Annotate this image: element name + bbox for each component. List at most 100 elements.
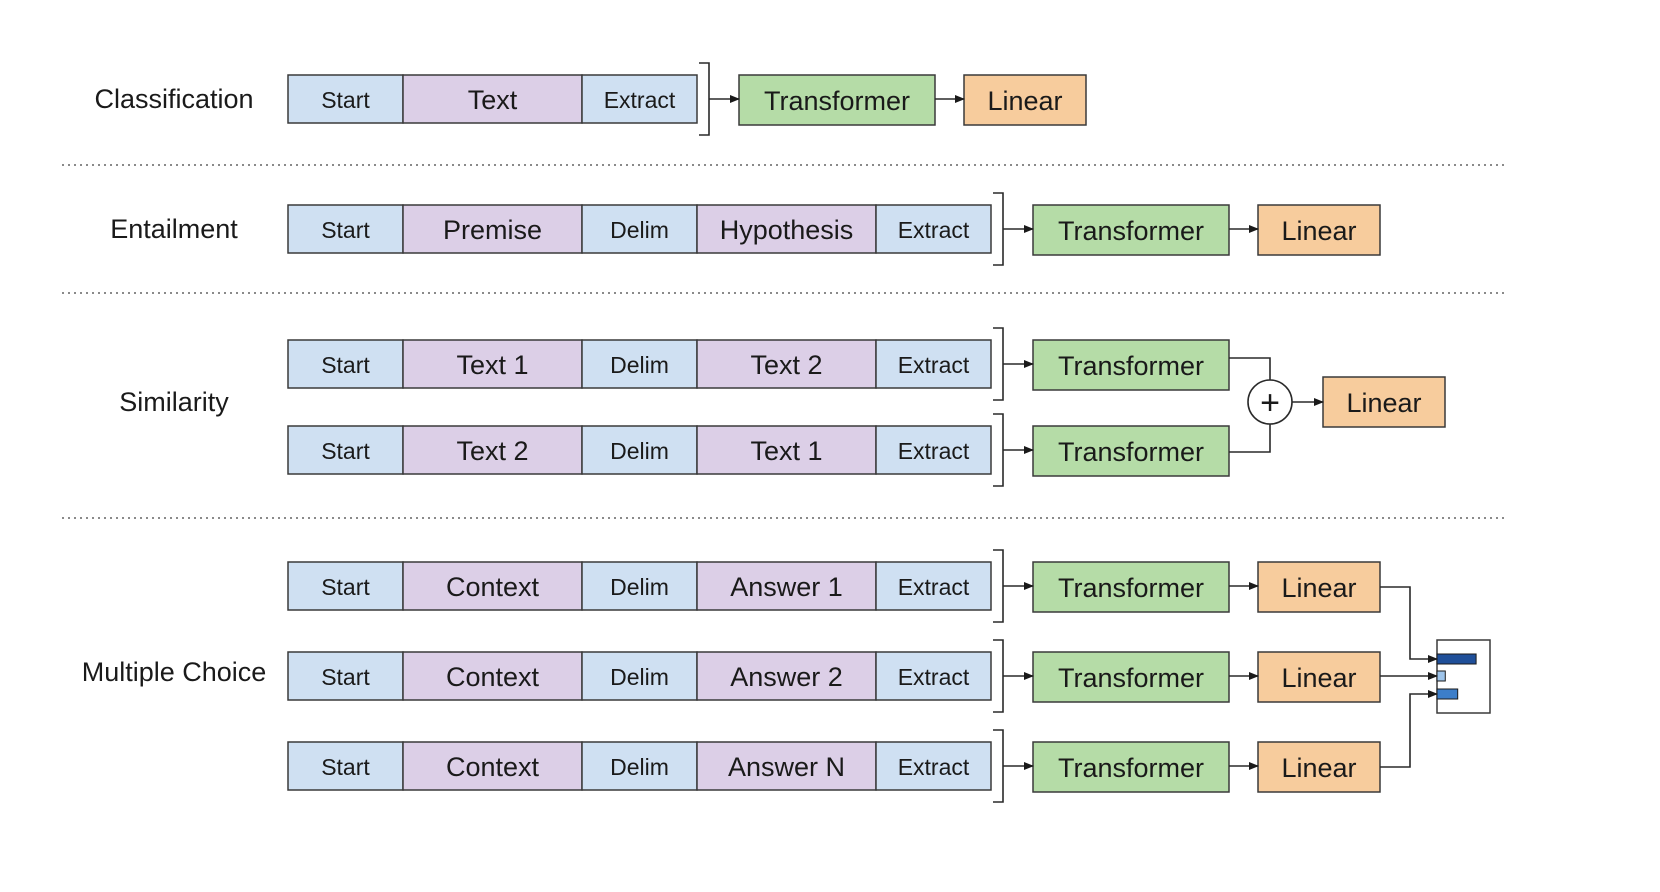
- token-start: Start: [287, 561, 404, 611]
- token-answer-2-label: Answer 2: [730, 662, 843, 692]
- token-answer-n-label: Answer N: [728, 752, 845, 782]
- token-text-2: Text 2: [402, 425, 583, 475]
- sum-node: +: [1247, 379, 1293, 425]
- linear-block: Linear: [1257, 651, 1381, 703]
- bracket: [993, 729, 1004, 803]
- token-context: Context: [402, 741, 583, 791]
- linear-block-label: Linear: [987, 86, 1062, 116]
- transformer-block: Transformer: [1032, 741, 1230, 793]
- token-hypothesis: Hypothesis: [696, 204, 877, 254]
- token-delim: Delim: [581, 561, 698, 611]
- token-text-1-label: Text 1: [456, 350, 528, 380]
- linear-block-label: Linear: [1281, 663, 1356, 693]
- token-extract-label: Extract: [898, 217, 970, 243]
- token-delim: Delim: [581, 741, 698, 791]
- token-context-label: Context: [446, 572, 540, 602]
- token-start: Start: [287, 74, 404, 124]
- input-sequence: Start Context Delim Answer N Extract: [287, 741, 992, 791]
- token-context: Context: [402, 651, 583, 701]
- token-start: Start: [287, 651, 404, 701]
- token-extract-label: Extract: [604, 87, 676, 113]
- token-text-label: Text: [468, 85, 518, 115]
- token-answer-n: Answer N: [696, 741, 877, 791]
- transformer-block: Transformer: [1032, 561, 1230, 613]
- token-extract: Extract: [875, 339, 992, 389]
- token-delim: Delim: [581, 651, 698, 701]
- input-sequence: Start Context Delim Answer 2 Extract: [287, 651, 992, 701]
- token-start: Start: [287, 339, 404, 389]
- token-start-label: Start: [321, 438, 370, 464]
- token-answer-1: Answer 1: [696, 561, 877, 611]
- token-extract: Extract: [875, 561, 992, 611]
- token-answer-1-label: Answer 1: [730, 572, 843, 602]
- token-premise-label: Premise: [443, 215, 542, 245]
- wire-to-softmax: [1380, 586, 1438, 663]
- token-delim: Delim: [581, 425, 698, 475]
- transformer-block-label: Transformer: [764, 86, 910, 116]
- bracket: [993, 549, 1004, 623]
- softmax-output: [1436, 639, 1491, 714]
- token-delim-label: Delim: [610, 754, 669, 780]
- linear-block-label: Linear: [1281, 573, 1356, 603]
- transformer-block-label: Transformer: [1058, 753, 1204, 783]
- task-similarity: Similarity Start Text 1 Delim Text 2 Extract T…: [119, 327, 1446, 487]
- token-text-1: Text 1: [696, 425, 877, 475]
- task-label: Similarity: [119, 387, 229, 417]
- token-start: Start: [287, 741, 404, 791]
- input-sequence: Start Text 1 Delim Text 2 Extract: [287, 339, 992, 389]
- token-extract: Extract: [875, 425, 992, 475]
- token-extract-label: Extract: [898, 574, 970, 600]
- token-delim: Delim: [581, 339, 698, 389]
- wire-to-sum: [1229, 357, 1271, 380]
- softmax-bar: [1436, 688, 1459, 700]
- token-extract: Extract: [875, 741, 992, 791]
- token-delim-label: Delim: [610, 438, 669, 464]
- token-extract: Extract: [875, 204, 992, 254]
- task-label: Entailment: [110, 214, 238, 244]
- gpt-task-diagram: Classification Start Text Extract Transforme…: [62, 62, 1508, 803]
- token-context: Context: [402, 561, 583, 611]
- transformer-block: Transformer: [1032, 204, 1230, 256]
- transformer-block-label: Transformer: [1058, 351, 1204, 381]
- linear-block: Linear: [1257, 561, 1381, 613]
- token-extract: Extract: [875, 651, 992, 701]
- task-entailment: Entailment Start Premise Delim Hypothesis Ext…: [110, 192, 1381, 266]
- token-delim-label: Delim: [610, 664, 669, 690]
- bracket: [993, 192, 1004, 266]
- transformer-block: Transformer: [1032, 651, 1230, 703]
- linear-block: Linear: [1257, 741, 1381, 793]
- input-sequence: Start Text 2 Delim Text 1 Extract: [287, 425, 992, 475]
- token-extract-label: Extract: [898, 754, 970, 780]
- bracket: [993, 639, 1004, 713]
- softmax-bar: [1436, 670, 1446, 682]
- token-answer-2: Answer 2: [696, 651, 877, 701]
- input-sequence: Start Text Extract: [287, 74, 698, 124]
- token-text: Text: [402, 74, 583, 124]
- token-start: Start: [287, 204, 404, 254]
- transformer-block: Transformer: [1032, 339, 1230, 391]
- linear-block: Linear: [1257, 204, 1381, 256]
- token-start-label: Start: [321, 664, 370, 690]
- linear-block-label: Linear: [1281, 753, 1356, 783]
- task-label: Multiple Choice: [82, 657, 267, 687]
- token-start-label: Start: [321, 217, 370, 243]
- linear-block-label: Linear: [1281, 216, 1356, 246]
- token-text-1-label: Text 1: [750, 436, 822, 466]
- token-text-2-label: Text 2: [750, 350, 822, 380]
- linear-block: Linear: [1322, 376, 1446, 428]
- plus-icon: +: [1260, 384, 1280, 422]
- token-hypothesis-label: Hypothesis: [720, 215, 854, 245]
- token-start-label: Start: [321, 352, 370, 378]
- linear-block-label: Linear: [1346, 388, 1421, 418]
- token-text-2-label: Text 2: [456, 436, 528, 466]
- linear-block: Linear: [963, 74, 1087, 126]
- task-multiple-choice: Multiple Choice Start Context Delim Answer 1…: [82, 549, 1491, 803]
- token-delim: Delim: [581, 204, 698, 254]
- transformer-block: Transformer: [1032, 425, 1230, 477]
- transformer-block-label: Transformer: [1058, 663, 1204, 693]
- token-premise: Premise: [402, 204, 583, 254]
- bracket: [699, 62, 710, 136]
- transformer-block: Transformer: [738, 74, 936, 126]
- token-start-label: Start: [321, 574, 370, 600]
- token-delim-label: Delim: [610, 574, 669, 600]
